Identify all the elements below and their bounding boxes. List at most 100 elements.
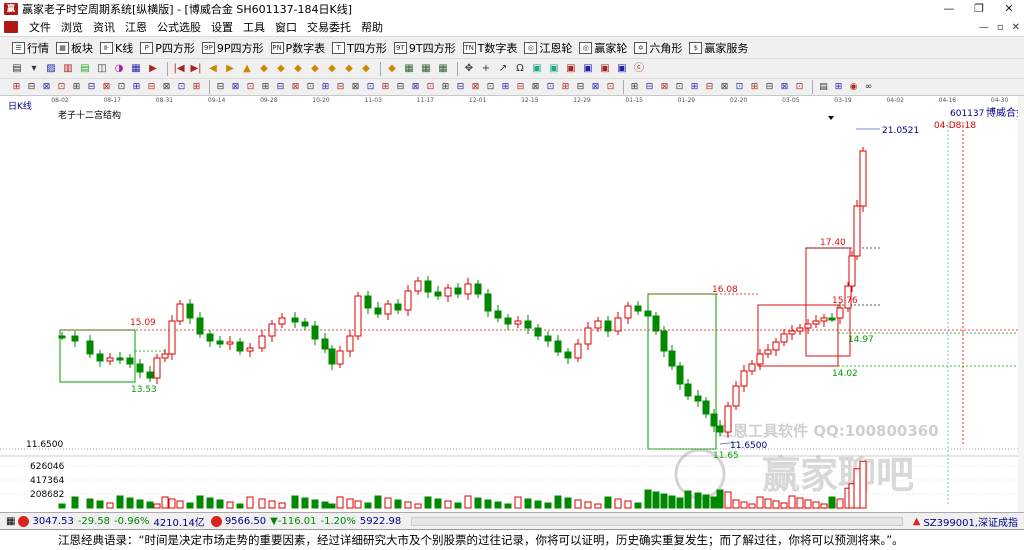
analysis-tool-icon-44[interactable]: ⊞	[688, 80, 701, 94]
draw-tool-icon-34[interactable]: ▣	[615, 62, 629, 76]
analysis-tool-icon-28[interactable]: ⊞	[439, 80, 452, 94]
draw-tool-icon-3[interactable]: ▥	[61, 62, 75, 76]
analysis-tool-icon-23[interactable]: ⊡	[364, 80, 377, 94]
analysis-tool-icon-19[interactable]: ⊡	[304, 80, 317, 94]
analysis-tool-icon-31[interactable]: ⊡	[484, 80, 497, 94]
draw-tool-icon-13[interactable]: ▲	[240, 62, 254, 76]
analysis-tool-icon-14[interactable]: ⊠	[229, 80, 242, 94]
close-button[interactable]: ✕	[994, 0, 1024, 18]
vertical-scrollbar[interactable]	[1018, 96, 1024, 512]
dropdown-arrow-icon[interactable]	[828, 116, 834, 120]
toolbar-button-0[interactable]: ☰ 行情	[12, 40, 49, 56]
draw-tool-icon-31[interactable]: ▣	[564, 62, 578, 76]
analysis-tool-icon-12[interactable]: ⊞	[190, 80, 203, 94]
analysis-tool-icon-17[interactable]: ⊟	[274, 80, 287, 94]
analysis-tool-icon-53[interactable]: ⊞	[832, 80, 845, 94]
menu-formula[interactable]: 公式选股	[152, 19, 206, 35]
menu-info[interactable]: 资讯	[88, 19, 120, 35]
analysis-tool-icon-46[interactable]: ⊠	[718, 80, 731, 94]
draw-tool-icon-18[interactable]: ◆	[325, 62, 339, 76]
draw-tool-icon-11[interactable]: ◀	[206, 62, 220, 76]
analysis-tool-icon-20[interactable]: ⊞	[319, 80, 332, 94]
toolbar-button-7[interactable]: 9T 9T四方形	[393, 40, 456, 56]
draw-tool-icon-8[interactable]: ▶	[146, 62, 160, 76]
analysis-tool-icon-36[interactable]: ⊞	[559, 80, 572, 94]
draw-tool-icon-10[interactable]: ▶|	[189, 62, 203, 76]
draw-tool-icon-5[interactable]: ◫	[95, 62, 109, 76]
analysis-tool-icon-27[interactable]: ⊡	[424, 80, 437, 94]
analysis-tool-icon-24[interactable]: ⊞	[379, 80, 392, 94]
toolbar-button-12[interactable]: $ 赢家服务	[689, 40, 748, 56]
menu-gann[interactable]: 江恩	[120, 19, 152, 35]
analysis-tool-icon-9[interactable]: ⊟	[145, 80, 158, 94]
analysis-tool-icon-33[interactable]: ⊟	[514, 80, 527, 94]
chart-area[interactable]: 08-02 08-17 08-31 09-14 09-28 10-20 11-03 11-17…	[0, 96, 1024, 512]
toolbar-button-4[interactable]: 9P 9P四方形	[201, 40, 264, 56]
draw-tool-icon-1[interactable]: ▾	[27, 62, 41, 76]
analysis-tool-icon-43[interactable]: ⊡	[673, 80, 686, 94]
analysis-tool-icon-22[interactable]: ⊠	[349, 80, 362, 94]
analysis-tool-icon-48[interactable]: ⊞	[748, 80, 761, 94]
toolbar-button-2[interactable]: ⊪ K线	[100, 40, 133, 56]
toolbar-button-6[interactable]: T T四方形	[332, 40, 387, 56]
analysis-tool-icon-30[interactable]: ⊠	[469, 80, 482, 94]
analysis-tool-icon-39[interactable]: ⊡	[604, 80, 617, 94]
toolbar-button-3[interactable]: P P四方形	[140, 40, 195, 56]
mdi-restore-button[interactable]: ▫	[997, 22, 1004, 33]
analysis-tool-icon-51[interactable]: ⊡	[793, 80, 806, 94]
analysis-tool-icon-35[interactable]: ⊡	[544, 80, 557, 94]
menu-help[interactable]: 帮助	[356, 19, 388, 35]
status-grid-icon[interactable]: ▦	[6, 516, 15, 527]
draw-tool-icon-27[interactable]: ↗	[496, 62, 510, 76]
analysis-tool-icon-52[interactable]: ▤	[817, 80, 830, 94]
mdi-close-button[interactable]: ✕	[1012, 22, 1020, 33]
analysis-tool-icon-32[interactable]: ⊞	[499, 80, 512, 94]
analysis-tool-icon-2[interactable]: ⊠	[40, 80, 53, 94]
draw-tool-icon-2[interactable]: ▨	[44, 62, 58, 76]
menu-browse[interactable]: 浏览	[56, 19, 88, 35]
analysis-tool-icon-50[interactable]: ⊠	[778, 80, 791, 94]
analysis-tool-icon-16[interactable]: ⊞	[259, 80, 272, 94]
analysis-tool-icon-6[interactable]: ⊠	[100, 80, 113, 94]
analysis-tool-icon-13[interactable]: ⊟	[214, 80, 227, 94]
draw-tool-icon-4[interactable]: ▤	[78, 62, 92, 76]
analysis-tool-icon-8[interactable]: ⊞	[130, 80, 143, 94]
analysis-tool-icon-25[interactable]: ⊟	[394, 80, 407, 94]
draw-tool-icon-25[interactable]: ✥	[462, 62, 476, 76]
analysis-tool-icon-26[interactable]: ⊠	[409, 80, 422, 94]
draw-tool-icon-20[interactable]: ◆	[359, 62, 373, 76]
analysis-tool-icon-40[interactable]: ⊞	[628, 80, 641, 94]
kline-chart[interactable]: 08-02 08-17 08-31 09-14 09-28 10-20 11-03 11-17…	[0, 96, 1024, 512]
toolbar-button-10[interactable]: ◎ 赢家轮	[579, 40, 627, 56]
draw-tool-icon-30[interactable]: ▣	[547, 62, 561, 76]
analysis-tool-icon-18[interactable]: ⊠	[289, 80, 302, 94]
analysis-tool-icon-7[interactable]: ⊡	[115, 80, 128, 94]
draw-tool-icon-21[interactable]: ◆	[385, 62, 399, 76]
analysis-tool-icon-15[interactable]: ⊡	[244, 80, 257, 94]
draw-tool-icon-28[interactable]: Ω	[513, 62, 527, 76]
menu-settings[interactable]: 设置	[206, 19, 238, 35]
draw-tool-icon-6[interactable]: ◑	[112, 62, 126, 76]
status-scroll-track[interactable]	[411, 516, 903, 526]
maximize-button[interactable]: ❐	[964, 0, 994, 18]
analysis-tool-icon-0[interactable]: ⊞	[10, 80, 23, 94]
toolbar-button-1[interactable]: ▦ 板块	[56, 40, 93, 56]
draw-tool-icon-24[interactable]: ▦	[436, 62, 450, 76]
draw-tool-icon-0[interactable]: ▤	[10, 62, 24, 76]
analysis-tool-icon-37[interactable]: ⊟	[574, 80, 587, 94]
analysis-tool-icon-10[interactable]: ⊠	[160, 80, 173, 94]
draw-tool-icon-35[interactable]: ⓒ	[632, 62, 646, 76]
draw-tool-icon-17[interactable]: ◆	[308, 62, 322, 76]
analysis-tool-icon-29[interactable]: ⊟	[454, 80, 467, 94]
draw-tool-icon-7[interactable]: ▦	[129, 62, 143, 76]
analysis-tool-icon-38[interactable]: ⊠	[589, 80, 602, 94]
draw-tool-icon-22[interactable]: ▦	[402, 62, 416, 76]
analysis-tool-icon-47[interactable]: ⊡	[733, 80, 746, 94]
analysis-tool-icon-45[interactable]: ⊟	[703, 80, 716, 94]
menu-window[interactable]: 窗口	[270, 19, 302, 35]
mdi-minimize-button[interactable]: —	[979, 22, 989, 33]
analysis-tool-icon-34[interactable]: ⊠	[529, 80, 542, 94]
minimize-button[interactable]: —	[934, 0, 964, 18]
menu-file[interactable]: 文件	[24, 19, 56, 35]
draw-tool-icon-15[interactable]: ◆	[274, 62, 288, 76]
